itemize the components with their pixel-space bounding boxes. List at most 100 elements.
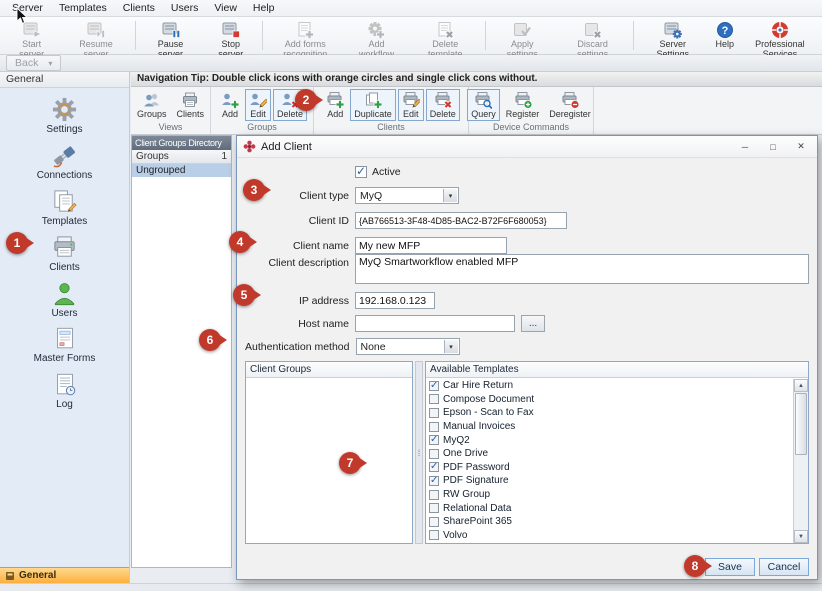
template-checkbox[interactable] <box>429 503 439 513</box>
close-button[interactable]: ✕ <box>787 138 815 156</box>
authentication-method-row: Authentication method None ▾ <box>245 338 809 355</box>
annotation-marker-5: 5 <box>233 284 255 306</box>
client-name-row: Client name <box>245 237 809 254</box>
delete-template-button[interactable]: Delete template <box>409 18 482 53</box>
active-label: Active <box>372 166 401 178</box>
add-workflow-button[interactable]: Add workflow <box>344 18 408 53</box>
template-checkbox[interactable] <box>429 517 439 527</box>
available-templates-panel-header[interactable]: Available Templates <box>426 362 808 378</box>
directory-item-label: Ungrouped <box>136 165 185 176</box>
scroll-down-icon[interactable]: ▼ <box>794 530 808 543</box>
template-list-item[interactable]: One Drive <box>426 447 793 461</box>
add-forms-recognition-button[interactable]: Add forms recognition <box>266 18 344 53</box>
sidebar-item-settings[interactable]: Settings <box>0 96 129 136</box>
resume-server-button[interactable]: Resume server <box>60 18 131 53</box>
ip-address-input[interactable] <box>355 292 435 309</box>
edit-group-button[interactable]: Edit <box>245 89 271 121</box>
ribbon-button-label: Edit <box>403 109 419 119</box>
client-description-input[interactable]: MyQ Smartworkflow enabled MFP <box>355 254 809 284</box>
pause-server-button[interactable]: Pause server <box>139 18 203 53</box>
panel-splitter[interactable]: ⁞ <box>415 361 423 544</box>
template-list-item[interactable]: Volvo <box>426 529 793 543</box>
edit-client-icon <box>402 91 420 109</box>
deregister-device-button[interactable]: Deregister <box>545 89 595 121</box>
menu-item[interactable]: Users <box>163 1 206 15</box>
template-checkbox[interactable] <box>429 449 439 459</box>
authentication-method-select[interactable]: None ▾ <box>356 338 460 355</box>
professional-services-button[interactable]: Professional Services <box>741 18 819 53</box>
deregister-device-icon <box>561 91 579 109</box>
template-checkbox[interactable] <box>429 422 439 432</box>
available-templates-list[interactable]: Car Hire Return Compose Document Epson -… <box>426 379 793 543</box>
template-list-item[interactable]: Manual Invoices <box>426 420 793 434</box>
client-id-input[interactable] <box>355 212 567 229</box>
scrollbar-thumb[interactable] <box>795 393 807 455</box>
sidebar-footer-general[interactable]: General <box>0 567 129 583</box>
query-device-button[interactable]: Query <box>467 89 500 121</box>
scroll-up-icon[interactable]: ▲ <box>794 379 808 392</box>
clients-view-button[interactable]: Clients <box>173 89 209 121</box>
template-list-item[interactable]: MyQ2 <box>426 433 793 447</box>
menu-item[interactable]: Help <box>245 1 283 15</box>
annotation-marker-8: 8 <box>684 555 706 577</box>
cancel-button[interactable]: Cancel <box>759 558 809 576</box>
back-button[interactable]: Back ▾ <box>6 55 61 71</box>
sidebar-item-connections[interactable]: Connections <box>0 142 129 182</box>
server-settings-button[interactable]: Server Settings <box>637 18 709 53</box>
dialog-titlebar[interactable]: Add Client ─ □ ✕ <box>237 136 817 158</box>
template-list-item[interactable]: PDF Signature <box>426 474 793 488</box>
template-checkbox[interactable] <box>429 530 439 540</box>
template-list-item[interactable]: Car Hire Return <box>426 379 793 393</box>
groups-view-button[interactable]: Groups <box>133 89 171 121</box>
menu-item[interactable]: Clients <box>115 1 163 15</box>
template-checkbox[interactable] <box>429 381 439 391</box>
client-groups-panel-header[interactable]: Client Groups <box>246 362 412 378</box>
template-checkbox[interactable] <box>429 490 439 500</box>
register-device-button[interactable]: Register <box>502 89 544 121</box>
host-name-browse-button[interactable]: ... <box>521 315 545 332</box>
template-checkbox[interactable] <box>429 462 439 472</box>
client-groups-list[interactable] <box>246 379 412 543</box>
sidebar-item-label: Users <box>51 308 77 319</box>
template-list-item[interactable]: SharePoint 365 <box>426 515 793 529</box>
template-label: Epson - Scan to Fax <box>443 407 534 418</box>
resume-server-icon <box>86 21 106 39</box>
template-checkbox[interactable] <box>429 435 439 445</box>
sidebar-item-master-forms[interactable]: Master Forms <box>0 326 129 366</box>
template-list-item[interactable]: Relational Data <box>426 501 793 515</box>
menu-item[interactable]: Templates <box>51 1 115 15</box>
query-device-icon <box>474 91 492 109</box>
template-label: MyQ2 <box>443 435 470 446</box>
start-server-button[interactable]: Start server <box>3 18 60 53</box>
duplicate-client-button[interactable]: Duplicate <box>350 89 396 121</box>
apply-settings-button[interactable]: Apply settings <box>489 18 556 53</box>
template-checkbox[interactable] <box>429 394 439 404</box>
templates-scrollbar[interactable]: ▲ ▼ <box>793 379 808 543</box>
sidebar-item-log[interactable]: Log <box>0 372 129 412</box>
template-list-item[interactable]: Compose Document <box>426 393 793 407</box>
sidebar-item-label: Clients <box>49 262 80 273</box>
template-checkbox[interactable] <box>429 476 439 486</box>
directory-column-header[interactable]: Groups 1 <box>132 150 231 164</box>
template-list-item[interactable]: RW Group <box>426 488 793 502</box>
stop-server-button[interactable]: Stop server <box>202 18 259 53</box>
template-label: PDF Signature <box>443 475 509 486</box>
add-group-button[interactable]: Add <box>217 89 243 121</box>
minimize-button[interactable]: ─ <box>731 138 759 156</box>
client-type-select[interactable]: MyQ ▾ <box>355 187 459 204</box>
help-button[interactable]: ? Help <box>709 18 741 53</box>
discard-settings-button[interactable]: Discard settings <box>556 18 630 53</box>
menu-item[interactable]: View <box>206 1 245 15</box>
edit-client-button[interactable]: Edit <box>398 89 424 121</box>
client-name-input[interactable] <box>355 237 507 254</box>
maximize-button[interactable]: □ <box>759 138 787 156</box>
template-checkbox[interactable] <box>429 408 439 418</box>
active-checkbox[interactable] <box>355 166 367 178</box>
sidebar-item-users[interactable]: Users <box>0 280 129 320</box>
template-list-item[interactable]: Epson - Scan to Fax <box>426 406 793 420</box>
delete-client-button[interactable]: Delete <box>426 89 460 121</box>
host-name-input[interactable] <box>355 315 515 332</box>
directory-item-ungrouped[interactable]: Ungrouped <box>132 164 231 177</box>
template-list-item[interactable]: PDF Password <box>426 461 793 475</box>
sidebar-item-templates[interactable]: Templates <box>0 188 129 228</box>
